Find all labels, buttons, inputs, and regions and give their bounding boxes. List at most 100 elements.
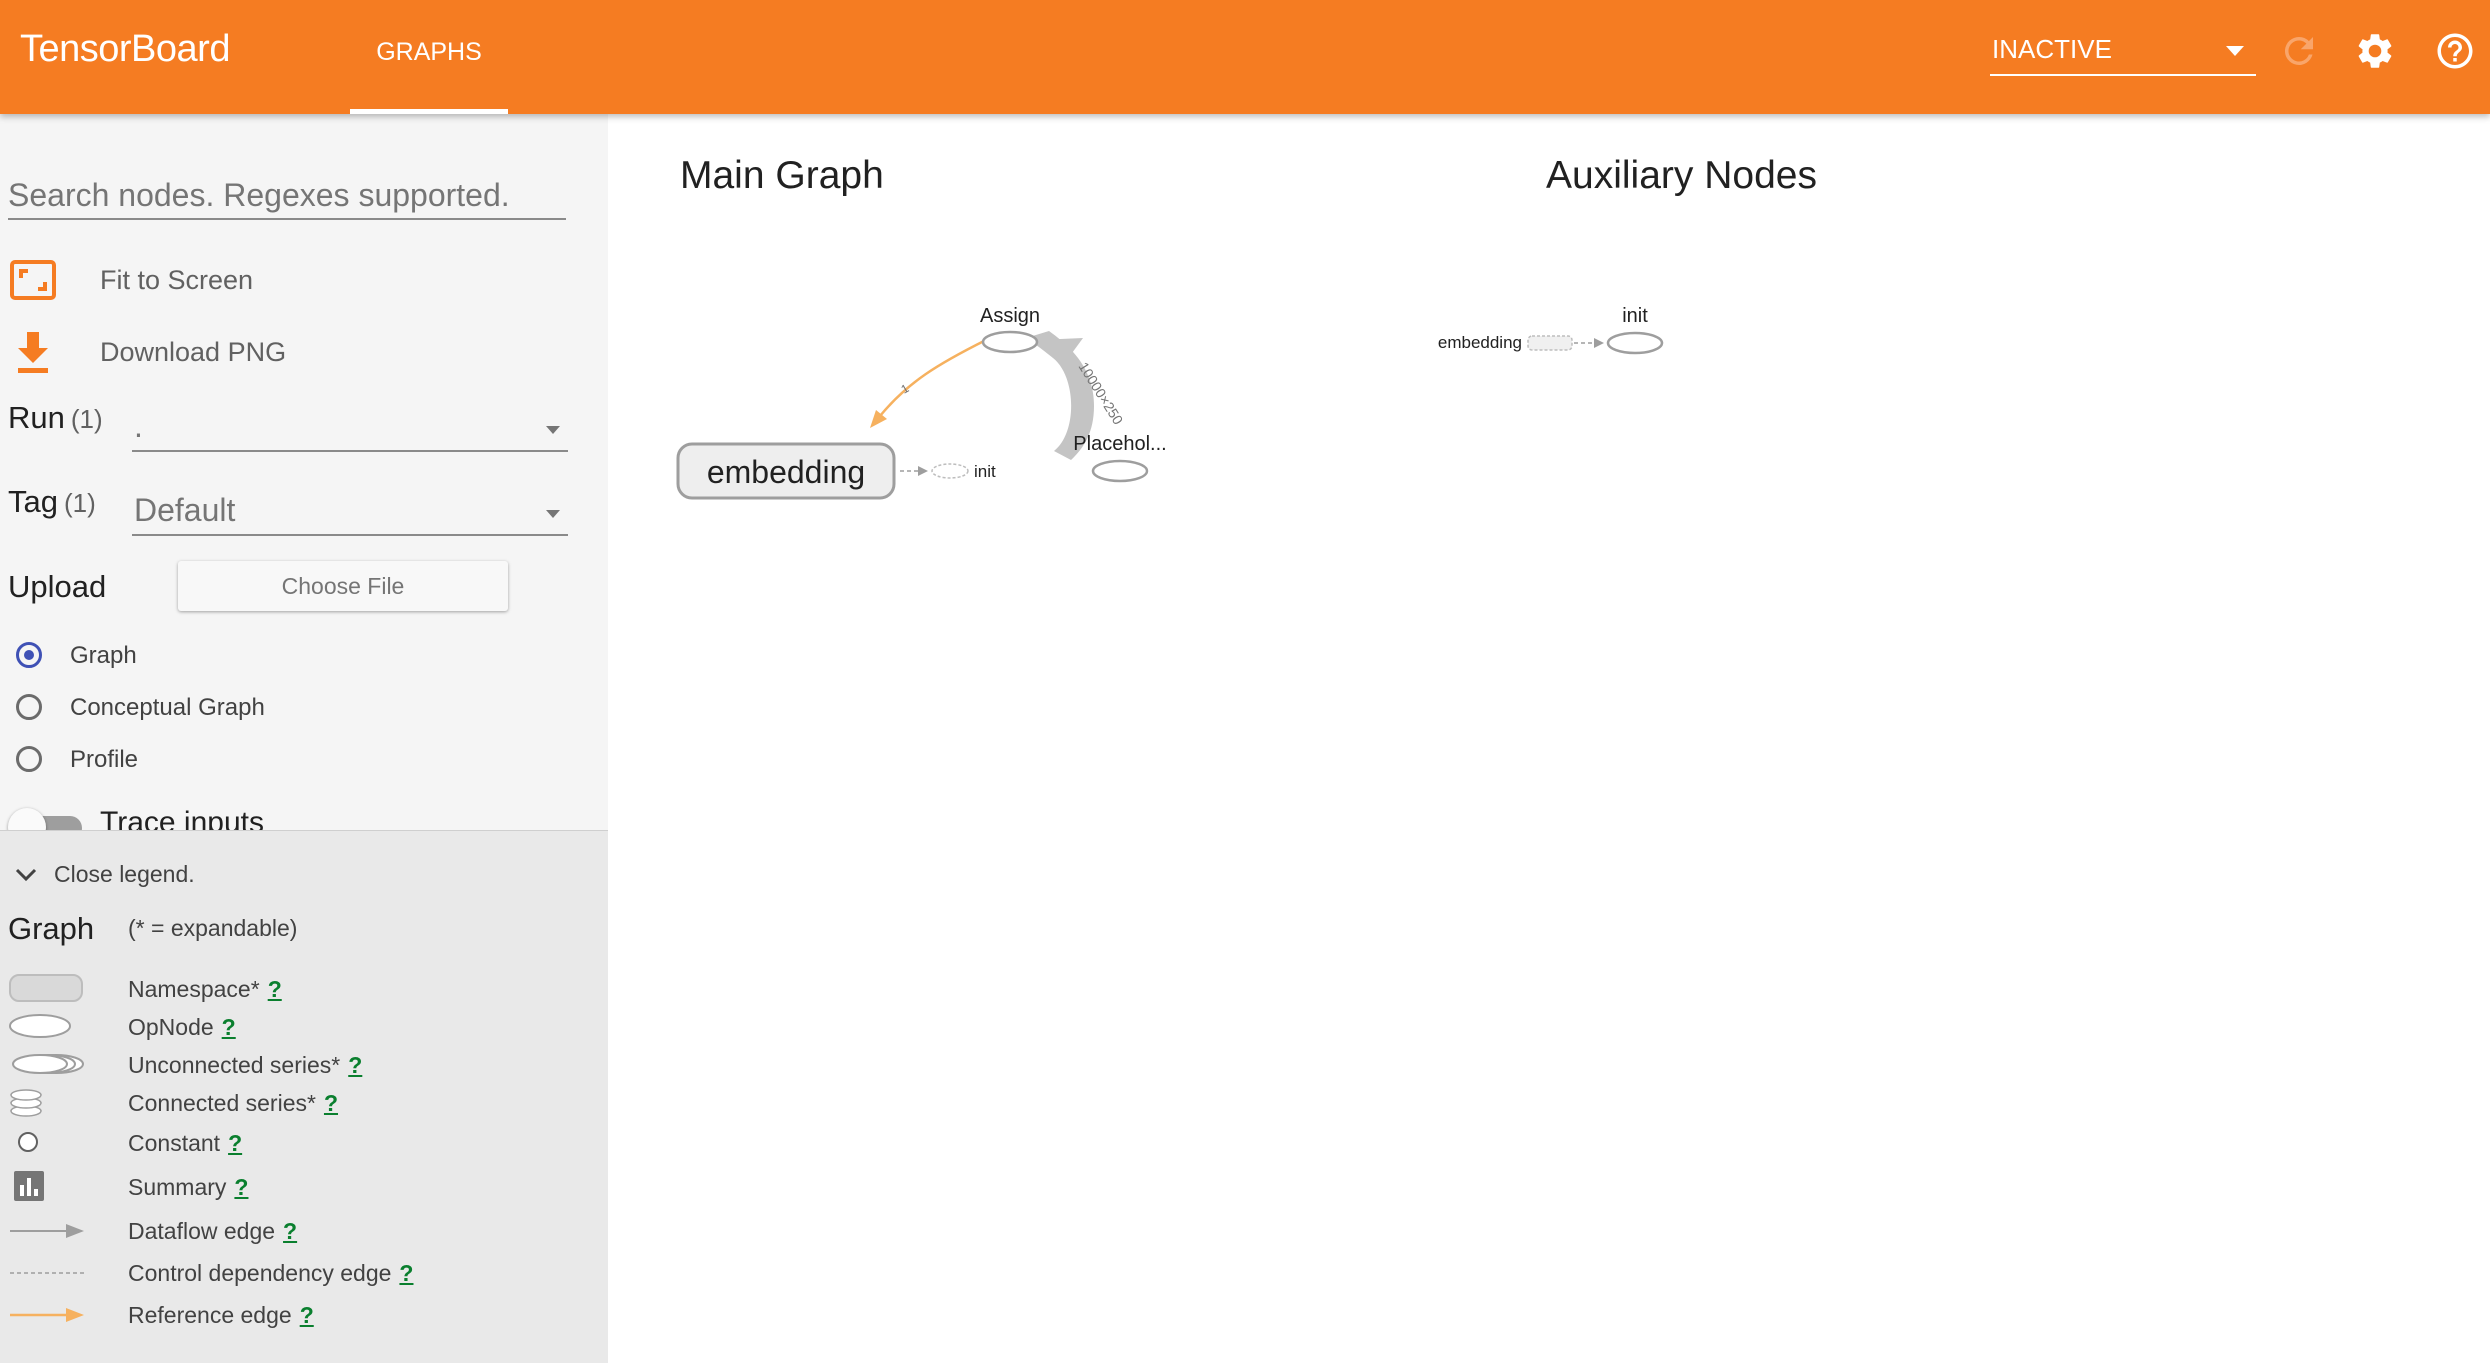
- assign-node-label: Assign: [980, 305, 1040, 327]
- legend-item-label: Dataflow edge: [128, 1218, 276, 1244]
- legend-item-label: Summary: [128, 1174, 227, 1200]
- legend-item: Dataflow edge?: [0, 1213, 608, 1249]
- aux-init-label: init: [1622, 305, 1648, 327]
- assign-node[interactable]: [981, 330, 1039, 354]
- app-title: TensorBoard: [20, 28, 230, 70]
- init-annotation-node[interactable]: [931, 463, 969, 479]
- legend-help-link[interactable]: ?: [300, 1302, 314, 1328]
- fit-to-screen-label: Fit to Screen: [100, 265, 254, 295]
- sidebar-controls: Fit to Screen Download PNG Run(1) . Tag(…: [0, 114, 608, 830]
- namespace-icon: [9, 974, 83, 1002]
- reload-icon[interactable]: [2278, 30, 2320, 72]
- legend-help-link[interactable]: ?: [222, 1014, 236, 1040]
- chevron-down-icon: [546, 426, 560, 434]
- download-png-button[interactable]: Download PNG: [8, 328, 368, 378]
- close-legend-button[interactable]: Close legend.: [14, 861, 234, 895]
- legend-item-label: Constant: [128, 1130, 221, 1156]
- top-app-bar: TensorBoard GRAPHS INACTIVE: [0, 0, 2490, 114]
- dataflow-edge-icon: [10, 1224, 84, 1238]
- radio-unselected-icon: [16, 694, 42, 720]
- legend-item: Control dependency edge?: [0, 1255, 608, 1291]
- legend-help-link[interactable]: ?: [234, 1174, 248, 1200]
- legend-item: Namespace*?: [0, 971, 608, 1007]
- legend-help-link[interactable]: ?: [399, 1260, 413, 1286]
- legend-item: Connected series*?: [0, 1085, 608, 1121]
- run-label-text: Run: [8, 400, 65, 435]
- tag-dropdown[interactable]: Default: [132, 488, 568, 536]
- legend-item-label: Reference edge: [128, 1302, 292, 1328]
- legend-item: Reference edge?: [0, 1297, 608, 1333]
- init-annotation-label: init: [974, 462, 996, 481]
- fit-to-screen-button[interactable]: Fit to Screen: [8, 256, 368, 306]
- radio-conceptual-graph[interactable]: Conceptual Graph: [16, 690, 316, 730]
- legend-help-link[interactable]: ?: [228, 1130, 242, 1156]
- aux-control-edge-arrowhead: [1594, 338, 1604, 348]
- legend-item-label: OpNode: [128, 1014, 214, 1040]
- run-dropdown[interactable]: .: [132, 404, 568, 452]
- legend-help-link[interactable]: ?: [324, 1090, 338, 1116]
- tab-graphs-label: GRAPHS: [376, 38, 482, 66]
- legend-item-label: Unconnected series*: [128, 1052, 341, 1078]
- sidebar: Fit to Screen Download PNG Run(1) . Tag(…: [0, 114, 608, 1363]
- aux-embedding-label: embedding: [1438, 333, 1522, 352]
- chevron-down-icon: [15, 868, 37, 882]
- placeholder-node-label: Placehol...: [1073, 433, 1166, 455]
- legend-item: Unconnected series*?: [0, 1047, 608, 1083]
- run-selector-value: INACTIVE: [1992, 34, 2112, 64]
- active-tab-indicator: [350, 109, 508, 114]
- legend-item-label: Connected series*: [128, 1090, 316, 1116]
- reference-edge-icon: [10, 1308, 84, 1322]
- legend-item-label: Control dependency edge: [128, 1260, 392, 1286]
- reference-edge: [879, 338, 987, 417]
- radio-profile[interactable]: Profile: [16, 742, 216, 782]
- tag-label-text: Tag: [8, 484, 58, 519]
- run-dropdown-value: .: [134, 408, 143, 444]
- legend-item: OpNode?: [0, 1009, 608, 1045]
- upload-label: Upload: [8, 569, 107, 604]
- legend-item: Constant?: [0, 1125, 608, 1161]
- search-input[interactable]: [8, 172, 566, 220]
- run-count: (1): [70, 404, 103, 434]
- control-edge-arrowhead: [918, 466, 928, 476]
- summary-icon: [14, 1171, 44, 1201]
- close-legend-label: Close legend.: [54, 861, 195, 887]
- embedding-node-label: embedding: [707, 454, 865, 490]
- aux-init-node[interactable]: [1606, 331, 1664, 355]
- run-selector-dropdown[interactable]: INACTIVE: [1990, 30, 2256, 76]
- settings-icon[interactable]: [2354, 30, 2396, 72]
- reference-edge-arrowhead: [870, 410, 887, 428]
- unconnected-series-icon: [12, 1054, 84, 1074]
- fit-to-screen-icon: [10, 260, 56, 300]
- trace-inputs-label: Trace inputs: [100, 806, 264, 830]
- tag-count: (1): [63, 488, 96, 518]
- radio-selected-icon: [16, 642, 42, 668]
- choose-file-button[interactable]: Choose File: [178, 561, 508, 611]
- tab-graphs[interactable]: GRAPHS: [350, 0, 508, 114]
- control-dependency-edge-icon: [10, 1272, 84, 1274]
- legend-help-link[interactable]: ?: [283, 1218, 297, 1244]
- legend-item-label: Namespace*: [128, 976, 260, 1002]
- legend-help-link[interactable]: ?: [348, 1052, 362, 1078]
- constant-icon: [18, 1132, 38, 1152]
- download-icon: [18, 332, 48, 373]
- legend-item: Summary?: [0, 1169, 608, 1205]
- chevron-down-icon: [2226, 46, 2244, 56]
- toggle-knob: [8, 808, 46, 830]
- tag-label: Tag (1): [8, 484, 96, 520]
- legend-subtitle: (* = expandable): [128, 915, 298, 941]
- placeholder-node[interactable]: [1091, 459, 1149, 483]
- legend-help-link[interactable]: ?: [268, 976, 282, 1002]
- aux-embedding-annotation[interactable]: [1527, 335, 1573, 351]
- radio-conceptual-graph-label: Conceptual Graph: [70, 694, 265, 721]
- help-icon[interactable]: [2434, 30, 2476, 72]
- graph-svg: 10000×250 1 Assign Placehol... embedding…: [676, 305, 1664, 500]
- legend-title: Graph: [8, 911, 95, 946]
- trace-inputs-toggle[interactable]: [8, 808, 84, 830]
- graph-canvas[interactable]: Main Graph Auxiliary Nodes 10000×250 1 A…: [608, 114, 2490, 1362]
- legend-panel: Close legend. Graph (* = expandable) Nam…: [0, 830, 608, 1363]
- chevron-down-icon: [546, 510, 560, 518]
- radio-graph[interactable]: Graph: [16, 638, 216, 678]
- download-png-label: Download PNG: [100, 337, 287, 367]
- radio-graph-label: Graph: [70, 642, 137, 669]
- connected-series-icon: [10, 1089, 42, 1117]
